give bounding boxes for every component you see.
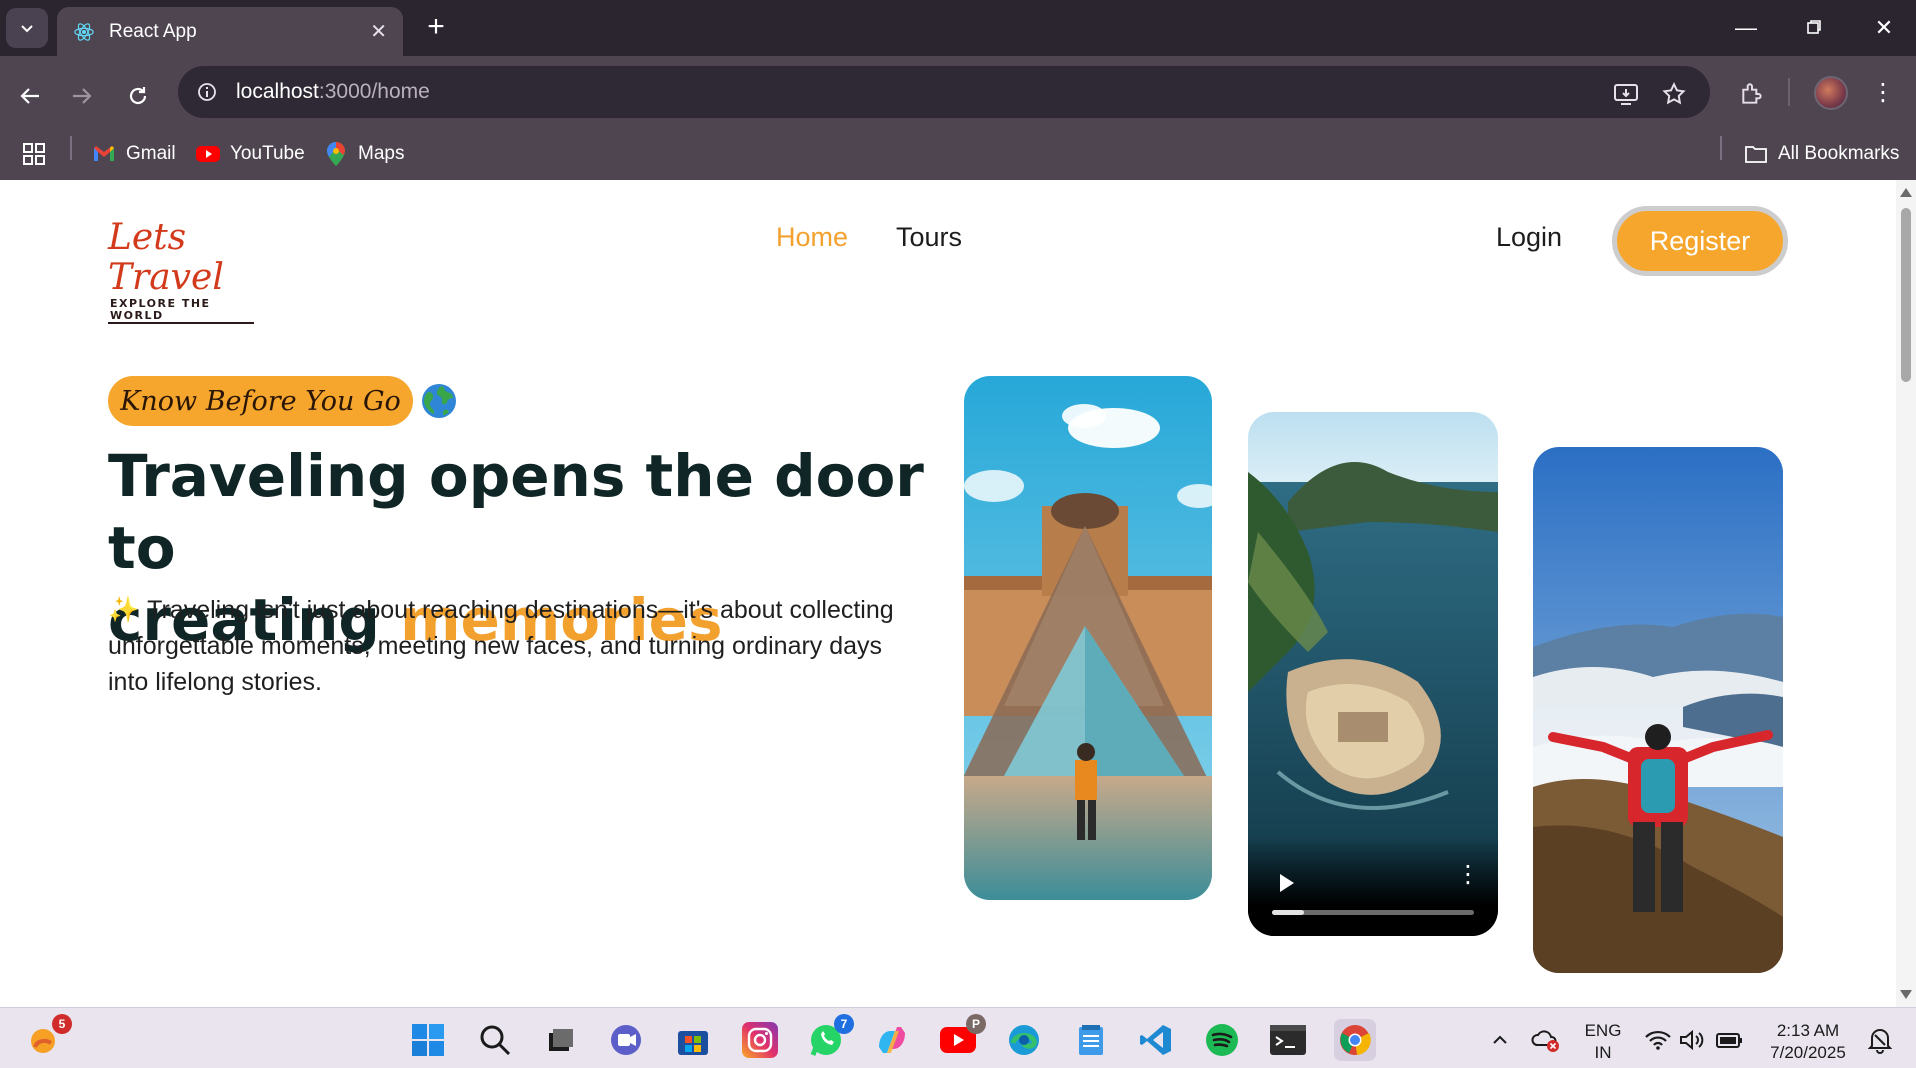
site-info-icon[interactable]	[192, 77, 222, 107]
minimize-icon[interactable]: —	[1726, 12, 1766, 44]
microsoft-store-icon[interactable]	[675, 1022, 711, 1058]
browser-tab-active[interactable]: React App ✕	[57, 7, 403, 56]
react-icon	[74, 22, 94, 41]
nav-home-link[interactable]: Home	[776, 222, 848, 253]
clock[interactable]: 2:13 AM 7/20/2025	[1762, 1020, 1854, 1064]
page-scrollbar[interactable]	[1896, 180, 1916, 1007]
taskbar: 5 7 P ENG IN 2:13 AM 7/20/2025	[0, 1007, 1916, 1068]
gmail-icon	[92, 142, 116, 166]
extensions-icon[interactable]	[1736, 78, 1768, 110]
close-window-icon[interactable]: ✕	[1864, 12, 1904, 44]
play-icon[interactable]	[1280, 874, 1294, 892]
sparkle-icon: ✨	[108, 596, 140, 624]
search-icon[interactable]	[477, 1022, 513, 1058]
youtube-app-icon[interactable]: P	[940, 1014, 986, 1058]
chevron-down-icon	[21, 25, 33, 33]
browser-toolbar: localhost:3000/home ⋮ Gmail YouTube Maps…	[0, 56, 1916, 184]
scroll-up-arrow[interactable]	[1900, 188, 1912, 197]
spotify-icon[interactable]	[1204, 1022, 1240, 1058]
scroll-thumb[interactable]	[1901, 208, 1911, 382]
tab-title: React App	[109, 20, 197, 42]
bookmark-star-icon[interactable]	[1658, 78, 1690, 110]
battery-icon[interactable]	[1712, 1022, 1748, 1058]
new-tab-button[interactable]: +	[418, 10, 454, 46]
login-link[interactable]: Login	[1496, 222, 1562, 253]
tab-close-icon[interactable]: ✕	[370, 19, 387, 44]
restore-icon[interactable]	[1794, 12, 1834, 44]
language-indicator[interactable]: ENG IN	[1578, 1020, 1628, 1064]
scroll-down-arrow[interactable]	[1900, 990, 1912, 999]
bookmark-youtube[interactable]: YouTube	[196, 128, 305, 180]
maps-pin-icon	[324, 142, 348, 166]
tab-search-button[interactable]	[6, 8, 48, 48]
know-before-you-go-badge: Know Before You Go	[108, 376, 413, 426]
tray-overflow-icon[interactable]	[1482, 1022, 1518, 1058]
video-more-icon[interactable]: ⋮	[1456, 863, 1480, 887]
hiker-photo	[1533, 447, 1783, 973]
task-view-icon[interactable]	[542, 1022, 578, 1058]
bookmarks-divider	[70, 136, 72, 160]
onedrive-error-icon[interactable]	[1528, 1022, 1564, 1058]
forward-icon[interactable]	[62, 76, 102, 116]
logo-tagline: EXPLORE THE WORLD	[108, 298, 254, 324]
logo-text: Lets Travel	[108, 217, 224, 298]
back-icon[interactable]	[10, 76, 50, 116]
register-button[interactable]: Register	[1612, 206, 1788, 276]
fortress-video[interactable]: ⋮	[1248, 412, 1498, 936]
bookmark-maps[interactable]: Maps	[324, 128, 404, 180]
weather-badge: 5	[52, 1014, 72, 1034]
copilot-icon[interactable]	[874, 1022, 910, 1058]
tab-strip: React App ✕ + — ✕	[0, 0, 1916, 56]
youtube-app-badge: P	[966, 1014, 986, 1034]
youtube-icon	[196, 142, 220, 166]
toolbar-divider	[1788, 78, 1790, 106]
address-bar[interactable]: localhost:3000/home	[178, 66, 1710, 118]
globe-icon	[422, 384, 456, 418]
reload-icon[interactable]	[118, 76, 158, 116]
bookmarks-bar: Gmail YouTube Maps All Bookmarks	[0, 128, 1916, 180]
video-progress-bar[interactable]	[1272, 910, 1474, 915]
whatsapp-icon[interactable]: 7	[808, 1014, 854, 1058]
profile-avatar[interactable]	[1814, 76, 1848, 110]
site-logo[interactable]: Lets Travel EXPLORE THE WORLD	[108, 218, 258, 324]
nav-tours-link[interactable]: Tours	[896, 222, 962, 253]
folder-icon	[1744, 142, 1768, 166]
edge-icon[interactable]	[1006, 1022, 1042, 1058]
terminal-icon[interactable]	[1270, 1022, 1306, 1058]
hero-description: ✨ Traveling isn't just about reaching des…	[108, 596, 894, 696]
bookmarks-divider	[1720, 136, 1722, 160]
notification-bell-icon[interactable]	[1862, 1022, 1898, 1058]
wifi-icon[interactable]	[1640, 1022, 1676, 1058]
louvre-photo	[964, 376, 1212, 900]
instagram-icon[interactable]	[742, 1022, 778, 1058]
bookmark-gmail[interactable]: Gmail	[92, 128, 176, 180]
video-progress-fill	[1272, 910, 1305, 915]
apps-grid-icon[interactable]	[22, 128, 46, 180]
install-app-icon[interactable]	[1610, 78, 1642, 110]
teams-chat-icon[interactable]	[608, 1022, 644, 1058]
vscode-icon[interactable]	[1138, 1022, 1174, 1058]
page-viewport: Lets Travel EXPLORE THE WORLD Home Tours…	[0, 180, 1896, 1007]
weather-icon[interactable]: 5	[26, 1014, 72, 1058]
whatsapp-badge: 7	[834, 1014, 854, 1034]
video-controls: ⋮	[1248, 836, 1498, 936]
url-text[interactable]: localhost:3000/home	[236, 80, 430, 104]
start-icon[interactable]	[410, 1022, 446, 1058]
volume-icon[interactable]	[1674, 1022, 1710, 1058]
chrome-icon[interactable]	[1334, 1019, 1376, 1061]
notepad-icon[interactable]	[1073, 1022, 1109, 1058]
browser-menu-icon[interactable]: ⋮	[1868, 78, 1898, 108]
all-bookmarks[interactable]: All Bookmarks	[1744, 128, 1899, 180]
